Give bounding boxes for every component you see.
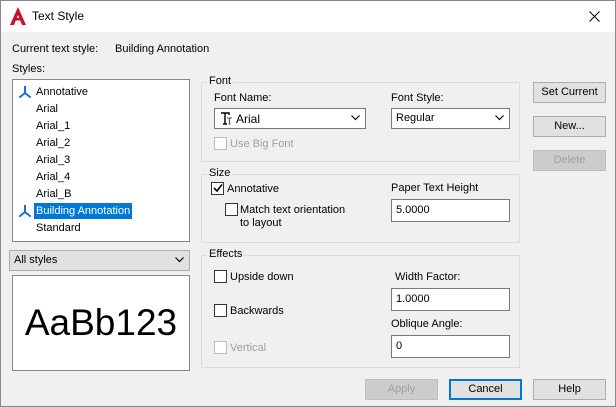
styles-filter-dropdown[interactable]: All styles xyxy=(9,250,190,271)
font-style-value: Regular xyxy=(396,112,435,124)
upside-down-checkbox[interactable] xyxy=(214,270,227,283)
style-item-label: Standard xyxy=(36,222,81,234)
style-item-arial[interactable]: Arial xyxy=(13,101,189,117)
font-style-label: Font Style: xyxy=(391,92,444,104)
help-button[interactable]: Help xyxy=(533,379,606,400)
match-orientation-label-line1: Match text orientation xyxy=(240,204,346,216)
current-style-label: Current text style: xyxy=(12,43,99,55)
styles-filter-value: All styles xyxy=(14,254,58,266)
current-style-value: Building Annotation xyxy=(115,43,210,55)
match-orientation-label-line2: to layout xyxy=(240,217,282,229)
style-item-label: Arial_3 xyxy=(36,154,71,166)
autocad-icon xyxy=(10,7,26,25)
annotative-checkbox[interactable] xyxy=(211,182,224,195)
use-big-font-label: Use Big Font xyxy=(230,138,294,150)
paper-height-input[interactable]: 5.0000 xyxy=(391,199,510,222)
font-name-label: Font Name: xyxy=(214,92,272,104)
delete-style-button[interactable]: Delete xyxy=(533,150,606,171)
oblique-angle-input[interactable]: 0 xyxy=(391,335,510,358)
paper-height-label: Paper Text Height xyxy=(391,182,479,194)
apply-button[interactable]: Apply xyxy=(365,379,438,400)
chevron-down-icon xyxy=(175,257,184,263)
backwards-label: Backwards xyxy=(230,305,284,317)
style-item-arial-1[interactable]: Arial_1 xyxy=(13,118,189,134)
set-current-button[interactable]: Set Current xyxy=(533,82,606,103)
oblique-angle-value: 0 xyxy=(396,340,403,352)
truetype-font-icon xyxy=(221,112,232,125)
title-bar[interactable]: Text Style xyxy=(1,1,615,32)
styles-list[interactable]: Annotative Arial Arial_1 Arial_2 Arial_3… xyxy=(12,79,190,242)
text-style-dialog: Text Style Current text style: Building … xyxy=(0,0,616,407)
style-item-building-annotation[interactable]: Building Annotation xyxy=(13,203,189,219)
oblique-angle-label: Oblique Angle: xyxy=(391,318,463,330)
style-item-annotative[interactable]: Annotative xyxy=(13,84,189,100)
backwards-checkbox[interactable] xyxy=(214,304,227,317)
new-style-button[interactable]: New... xyxy=(533,116,606,137)
style-item-label: Annotative xyxy=(36,86,88,98)
preview-text: AaBb123 xyxy=(24,302,178,343)
width-factor-value: 1.0000 xyxy=(396,293,430,305)
annotative-icon xyxy=(19,86,31,98)
upside-down-label: Upside down xyxy=(230,271,294,283)
style-item-label: Arial_4 xyxy=(36,171,71,183)
vertical-label: Vertical xyxy=(230,342,267,354)
font-name-value: Arial xyxy=(236,112,261,126)
font-name-dropdown[interactable]: Arial xyxy=(214,108,366,129)
style-item-arial-2[interactable]: Arial_2 xyxy=(13,135,189,151)
style-item-label: Arial_2 xyxy=(36,137,71,149)
chevron-down-icon xyxy=(495,115,504,121)
paper-height-value: 5.0000 xyxy=(396,204,430,216)
size-group-title: Size xyxy=(207,167,233,179)
annotative-icon xyxy=(19,205,31,217)
width-factor-input[interactable]: 1.0000 xyxy=(391,288,510,311)
font-group-title: Font xyxy=(207,75,234,87)
window-title: Text Style xyxy=(32,9,85,23)
font-style-dropdown[interactable]: Regular xyxy=(391,108,510,129)
cancel-button[interactable]: Cancel xyxy=(449,379,522,400)
styles-label: Styles: xyxy=(12,63,46,75)
style-item-label: Building Annotation xyxy=(34,203,133,219)
vertical-checkbox[interactable] xyxy=(214,341,227,354)
width-factor-label: Width Factor: xyxy=(395,271,461,283)
annotative-label: Annotative xyxy=(227,183,279,195)
style-item-arial-3[interactable]: Arial_3 xyxy=(13,152,189,168)
style-item-standard[interactable]: Standard xyxy=(13,220,189,236)
chevron-down-icon xyxy=(351,115,360,121)
style-preview: AaBb123 xyxy=(12,275,190,371)
checkmark-icon xyxy=(213,184,223,193)
close-button[interactable] xyxy=(573,1,615,32)
style-item-arial-4[interactable]: Arial_4 xyxy=(13,169,189,185)
style-item-arial-b[interactable]: Arial_B xyxy=(13,186,189,202)
match-orientation-checkbox[interactable] xyxy=(225,203,238,216)
style-item-label: Arial xyxy=(36,103,59,115)
close-icon xyxy=(588,11,600,22)
style-item-label: Arial_1 xyxy=(36,120,71,132)
use-big-font-checkbox[interactable] xyxy=(214,137,227,150)
style-item-label: Arial_B xyxy=(36,188,72,200)
effects-group-title: Effects xyxy=(207,248,245,260)
